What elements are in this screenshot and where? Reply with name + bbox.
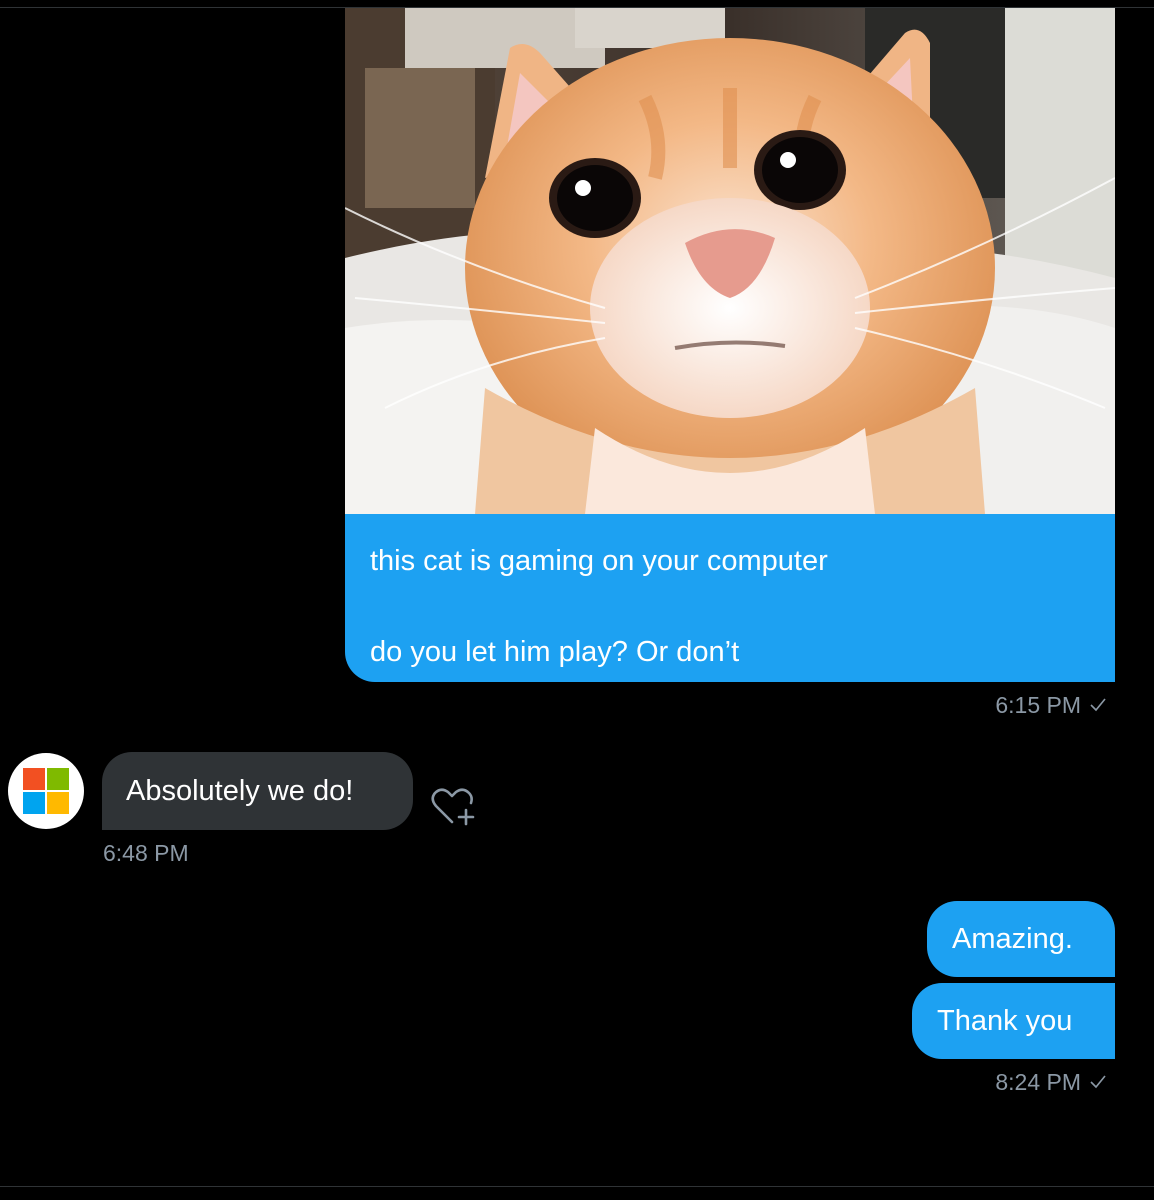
timestamp-text: 8:24 PM <box>995 1069 1081 1095</box>
sent-check-icon <box>1090 1075 1106 1089</box>
avatar[interactable] <box>8 753 84 829</box>
cat-photo[interactable] <box>345 8 1115 514</box>
outgoing-message-text: Thank you <box>937 1005 1073 1037</box>
incoming-message-bubble[interactable]: Absolutely we do! <box>102 752 413 830</box>
outgoing-message-text: Amazing. <box>952 923 1073 955</box>
incoming-timestamp: 6:48 PM <box>103 840 189 866</box>
media-caption-line1: this cat is gaming on your computer <box>370 545 828 577</box>
outgoing-media-message[interactable]: this cat is gaming on your computer do y… <box>345 8 1115 682</box>
outgoing-message-bubble[interactable]: Amazing. <box>927 901 1115 977</box>
outgoing-message-bubble[interactable]: Thank you <box>912 983 1115 1059</box>
incoming-message-text: Absolutely we do! <box>126 775 354 807</box>
media-caption-line2: do you let him play? Or don’t <box>370 636 740 668</box>
microsoft-logo-icon <box>23 768 69 814</box>
timestamp-text: 6:15 PM <box>995 692 1081 718</box>
message-timestamp: 6:15 PM <box>995 692 1107 719</box>
message-timestamp: 8:24 PM <box>995 1069 1107 1096</box>
bottom-divider <box>0 1186 1154 1187</box>
heart-plus-icon[interactable] <box>430 786 478 828</box>
sent-check-icon <box>1090 698 1106 712</box>
